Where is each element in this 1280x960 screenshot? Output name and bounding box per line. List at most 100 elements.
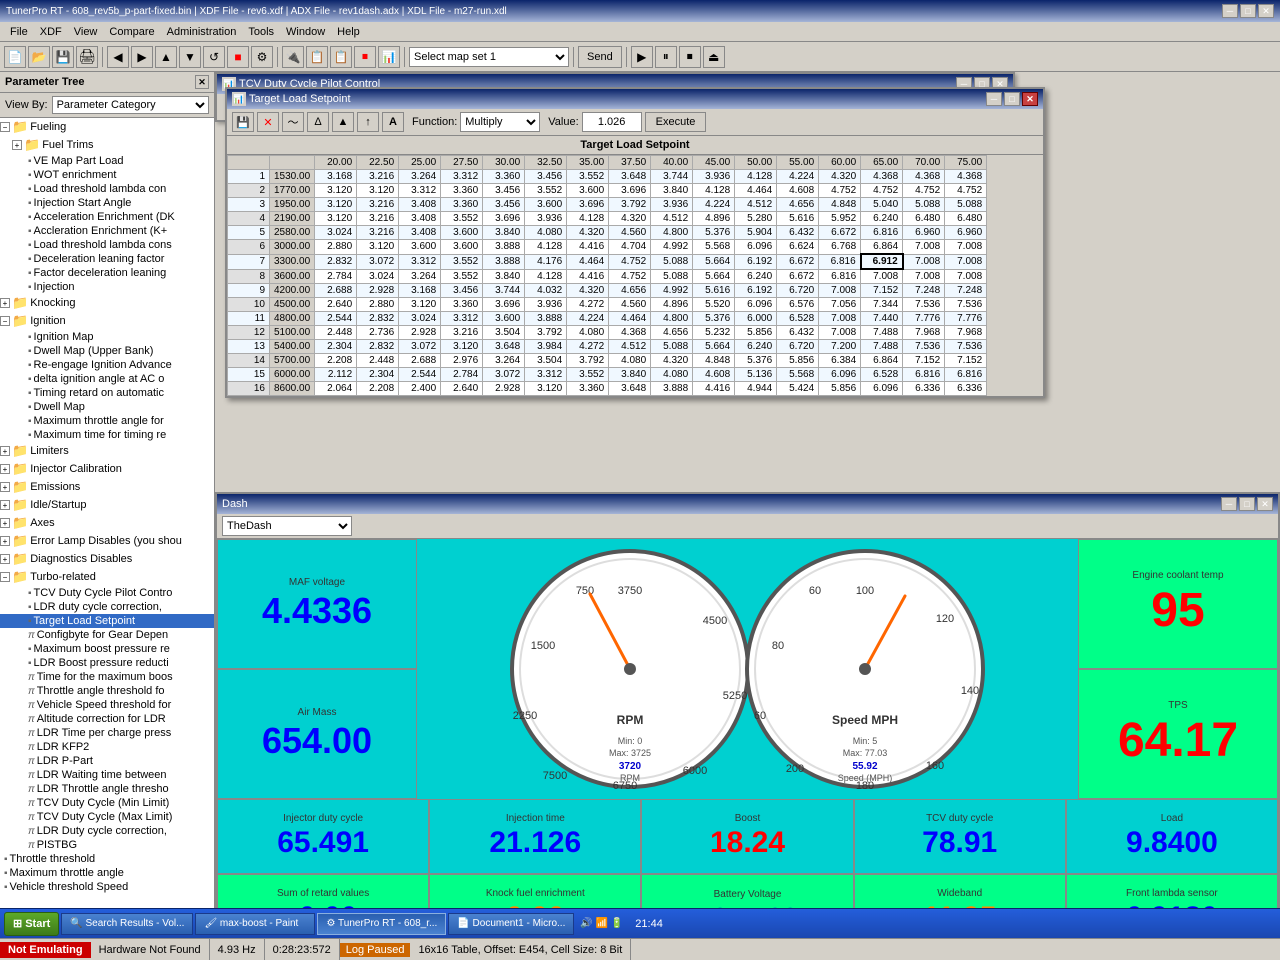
cell-value[interactable]: 4.752 [819, 184, 861, 198]
cell-value[interactable]: 6.624 [777, 240, 819, 255]
cell-value[interactable]: 3.696 [609, 184, 651, 198]
toolbar-record[interactable]: ⏹ [679, 46, 701, 68]
cell-value[interactable]: 3.888 [525, 312, 567, 326]
cell-value[interactable]: 3.648 [609, 382, 651, 396]
cell-value[interactable]: 7.536 [945, 340, 987, 354]
table-row[interactable]: 31950.003.1203.2163.4083.3603.4563.6003.… [228, 198, 987, 212]
cell-value[interactable]: 4.848 [693, 354, 735, 368]
cell-value[interactable]: 2.544 [399, 368, 441, 382]
cell-value[interactable]: 3.360 [483, 170, 525, 184]
tree-area[interactable]: − 📁 Fueling + 📁 Fuel Trims ▪ VE Map Part… [0, 118, 214, 938]
cell-value[interactable]: 4.128 [525, 240, 567, 255]
toolbar-eject[interactable]: ⏏ [703, 46, 725, 68]
cell-value[interactable]: 6.672 [777, 254, 819, 269]
cell-value[interactable]: 4.800 [651, 312, 693, 326]
tree-item[interactable]: + 📁 Error Lamp Disables (you shou [0, 532, 214, 550]
cell-value[interactable]: 2.448 [315, 326, 357, 340]
cell-value[interactable]: 7.008 [945, 254, 987, 269]
tree-item[interactable]: π TCV Duty Cycle (Min Limit) [0, 796, 214, 810]
cell-value[interactable]: 3.312 [441, 312, 483, 326]
tree-item[interactable]: + 📁 Knocking [0, 294, 214, 312]
cell-value[interactable]: 7.056 [819, 298, 861, 312]
cell-value[interactable]: 7.248 [903, 284, 945, 298]
cell-value[interactable]: 4.608 [777, 184, 819, 198]
cell-value[interactable]: 4.368 [903, 170, 945, 184]
cell-value[interactable]: 5.616 [777, 212, 819, 226]
cell-value[interactable]: 3.168 [315, 170, 357, 184]
menu-window[interactable]: Window [280, 25, 331, 39]
cell-value[interactable]: 3.888 [651, 382, 693, 396]
cell-value[interactable]: 3.312 [525, 368, 567, 382]
cell-value[interactable]: 4.224 [567, 312, 609, 326]
cell-value[interactable]: 4.704 [609, 240, 651, 255]
cell-value[interactable]: 7.968 [903, 326, 945, 340]
cell-value[interactable]: 5.232 [693, 326, 735, 340]
cell-value[interactable]: 3.120 [315, 198, 357, 212]
cell-value[interactable]: 3.936 [693, 170, 735, 184]
toolbar-red-stop[interactable]: ⏹ [354, 46, 376, 68]
cell-value[interactable]: 2.688 [315, 284, 357, 298]
cell-value[interactable]: 5.376 [693, 226, 735, 240]
tree-item[interactable]: ▪ delta ignition angle at AC o [0, 372, 214, 386]
cell-value[interactable]: 6.816 [945, 368, 987, 382]
cell-value[interactable]: 6.096 [819, 368, 861, 382]
menu-tools[interactable]: Tools [242, 25, 280, 39]
toolbar-down[interactable]: ▼ [179, 46, 201, 68]
table-row[interactable]: 156000.002.1122.3042.5442.7843.0723.3123… [228, 368, 987, 382]
cell-value[interactable]: 6.864 [861, 354, 903, 368]
cell-value[interactable]: 4.992 [651, 240, 693, 255]
cell-value[interactable]: 5.376 [735, 354, 777, 368]
cell-value[interactable]: 3.072 [483, 368, 525, 382]
toolbar-stop[interactable]: ■ [227, 46, 249, 68]
taskbar-item-2[interactable]: ⚙ TunerPro RT - 608_r... [317, 913, 446, 935]
cell-value[interactable]: 6.192 [735, 254, 777, 269]
cell-value[interactable]: 3.312 [399, 184, 441, 198]
cell-value[interactable]: 5.040 [861, 198, 903, 212]
cell-value[interactable]: 4.416 [567, 240, 609, 255]
cell-value[interactable]: 3.360 [567, 382, 609, 396]
cell-value[interactable]: 5.664 [693, 254, 735, 269]
tree-item[interactable]: + 📁 Fuel Trims [0, 136, 214, 154]
tree-item[interactable]: + 📁 Limiters [0, 442, 214, 460]
cell-value[interactable]: 3.216 [357, 226, 399, 240]
cell-value[interactable]: 3.312 [399, 254, 441, 269]
cell-value[interactable]: 4.512 [735, 198, 777, 212]
cell-value[interactable]: 3.456 [483, 198, 525, 212]
cell-value[interactable]: 5.136 [735, 368, 777, 382]
tree-item[interactable]: π Vehicle Speed threshold for [0, 698, 214, 712]
cell-value[interactable]: 2.928 [399, 326, 441, 340]
cell-value[interactable]: 3.792 [567, 354, 609, 368]
cell-value[interactable]: 3.360 [441, 198, 483, 212]
tree-item[interactable]: ▪ Target Load Setpoint [0, 614, 214, 628]
cell-value[interactable]: 7.008 [819, 312, 861, 326]
cell-value[interactable]: 4.320 [567, 284, 609, 298]
cell-value[interactable]: 3.648 [609, 170, 651, 184]
cell-value[interactable]: 2.208 [315, 354, 357, 368]
tree-item[interactable]: π LDR Duty cycle correction, [0, 824, 214, 838]
cell-value[interactable]: 6.768 [819, 240, 861, 255]
tree-item[interactable]: π TCV Duty Cycle (Max Limit) [0, 810, 214, 824]
cell-value[interactable]: 3.216 [357, 170, 399, 184]
tree-item[interactable]: π LDR P-Part [0, 754, 214, 768]
cell-value[interactable]: 3.120 [399, 298, 441, 312]
cell-value[interactable]: 4.224 [777, 170, 819, 184]
cell-value[interactable]: 4.320 [651, 354, 693, 368]
cell-value[interactable]: 3.600 [483, 312, 525, 326]
cell-value[interactable]: 7.776 [945, 312, 987, 326]
cell-value[interactable]: 7.536 [945, 298, 987, 312]
tree-item[interactable]: ▪ Deceleration leaning factor [0, 252, 214, 266]
cell-value[interactable]: 4.608 [693, 368, 735, 382]
tls-execute-button[interactable]: Execute [645, 112, 707, 132]
tree-item[interactable]: ▪ TCV Duty Cycle Pilot Contro [0, 586, 214, 600]
tree-item[interactable]: π LDR Time per charge press [0, 726, 214, 740]
cell-value[interactable]: 4.416 [693, 382, 735, 396]
cell-value[interactable]: 2.112 [315, 368, 357, 382]
cell-value[interactable]: 3.888 [483, 254, 525, 269]
cell-value[interactable]: 7.008 [903, 254, 945, 269]
cell-value[interactable]: 3.216 [357, 212, 399, 226]
cell-value[interactable]: 7.008 [819, 326, 861, 340]
tls-wave-btn[interactable]: 〜 [282, 112, 304, 132]
cell-value[interactable]: 4.464 [567, 254, 609, 269]
view-by-select[interactable]: Parameter Category [52, 96, 209, 114]
cell-value[interactable]: 3.648 [483, 340, 525, 354]
